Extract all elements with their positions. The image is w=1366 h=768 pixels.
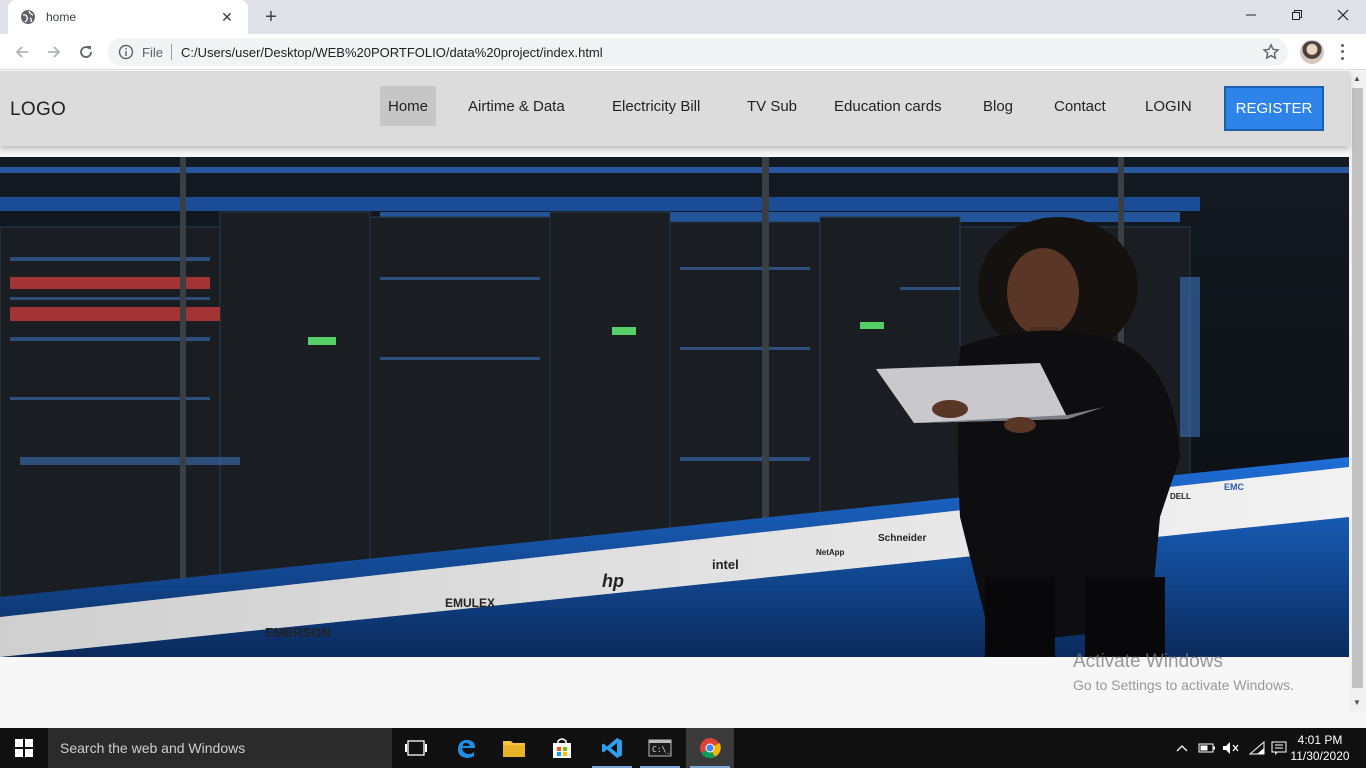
task-view-button[interactable] (392, 728, 440, 768)
forward-arrow-icon (48, 46, 61, 58)
back-button[interactable] (10, 40, 34, 64)
minimize-button[interactable] (1228, 0, 1274, 30)
task-view-icon (405, 740, 427, 756)
hero-logo-netapp: NetApp (816, 548, 845, 557)
nav-education-cards[interactable]: Education cards (826, 86, 950, 126)
close-window-button[interactable] (1320, 0, 1366, 30)
battery-icon[interactable] (1196, 728, 1218, 768)
svg-text:C:\_: C:\_ (652, 745, 671, 754)
globe-icon (21, 10, 35, 24)
hero-logo-dell: DELL (1170, 492, 1191, 501)
hero-logo-schneider: Schneider (878, 533, 926, 544)
scroll-down-icon[interactable]: ▼ (1353, 698, 1361, 707)
minimize-icon (1246, 14, 1256, 16)
vscode-app[interactable] (588, 728, 636, 768)
terminal-icon: C:\_ (648, 739, 672, 757)
tray-overflow-icon[interactable] (1172, 728, 1192, 768)
vertical-scrollbar[interactable]: ▲ ▼ (1349, 71, 1366, 712)
start-button[interactable] (0, 728, 48, 768)
hero-logo-hp: hp (602, 571, 624, 591)
hero-logo-intel: intel (712, 557, 739, 572)
taskbar-search-box[interactable]: Search the web and Windows (48, 728, 392, 768)
clock-date: 11/30/2020 (1290, 749, 1350, 763)
restore-button[interactable] (1274, 0, 1320, 30)
bookmark-star-icon[interactable] (1262, 43, 1280, 61)
network-wifi-icon[interactable] (1246, 728, 1268, 768)
activate-windows-watermark: Activate Windows Go to Settings to activ… (1073, 651, 1294, 693)
edge-icon (458, 740, 475, 758)
chrome-app[interactable] (686, 728, 734, 768)
nav-blog[interactable]: Blog (975, 86, 1021, 126)
taskbar-clock[interactable]: 4:01 PM 11/30/2020 (1290, 732, 1350, 764)
tab-title: home (46, 10, 77, 24)
reload-icon (80, 46, 92, 58)
site-navbar: LOGO Home Airtime & Data Electricity Bil… (0, 71, 1349, 146)
windows-logo-icon (15, 739, 33, 757)
site-logo[interactable]: LOGO (10, 99, 66, 121)
hero-logo-emc: EMC (1224, 482, 1245, 492)
watermark-subtitle: Go to Settings to activate Windows. (1073, 677, 1294, 693)
profile-avatar[interactable] (1300, 40, 1324, 64)
scroll-up-icon[interactable]: ▲ (1353, 74, 1361, 83)
browser-menu-icon[interactable] (1334, 42, 1350, 62)
close-tab-icon[interactable]: ✕ (218, 9, 236, 26)
folder-icon (503, 741, 525, 757)
forward-button[interactable] (42, 40, 66, 64)
restore-icon (1292, 10, 1302, 20)
browser-tab-home[interactable]: home ✕ (8, 0, 248, 34)
file-explorer-app[interactable] (490, 728, 538, 768)
terminal-app[interactable]: C:\_ (636, 728, 684, 768)
new-tab-button[interactable]: + (260, 6, 282, 28)
nav-tv-sub[interactable]: TV Sub (739, 86, 805, 126)
nav-electricity-bill[interactable]: Electricity Bill (604, 86, 708, 126)
omnibox-divider (170, 44, 172, 60)
watermark-title: Activate Windows (1073, 651, 1223, 672)
volume-muted-icon[interactable] (1220, 728, 1242, 768)
info-icon[interactable] (118, 44, 134, 60)
tab-strip: home ✕ + (0, 0, 1366, 34)
nav-contact[interactable]: Contact (1046, 86, 1114, 126)
hero-carousel[interactable]: EMERSON EMULEX hp intel NetApp Schneider… (0, 157, 1349, 657)
clock-time: 4:01 PM (1297, 733, 1343, 747)
store-app[interactable] (538, 728, 586, 768)
close-icon (1337, 9, 1349, 21)
chrome-icon (700, 738, 721, 759)
hero-image: EMERSON EMULEX hp intel NetApp Schneider… (0, 157, 1349, 657)
page-viewport: LOGO Home Airtime & Data Electricity Bil… (0, 71, 1366, 712)
store-bag-icon (553, 738, 571, 758)
nav-airtime-data[interactable]: Airtime & Data (460, 86, 573, 126)
nav-home[interactable]: Home (380, 86, 436, 126)
browser-toolbar: File C:/Users/user/Desktop/WEB%20PORTFOL… (0, 34, 1366, 70)
back-arrow-icon (15, 46, 28, 58)
scheme-label: File (142, 44, 163, 60)
reload-button[interactable] (74, 40, 98, 64)
vscode-icon (602, 738, 622, 758)
address-bar[interactable]: File C:/Users/user/Desktop/WEB%20PORTFOL… (108, 38, 1288, 66)
edge-app[interactable] (442, 728, 490, 768)
vertical-scroll-thumb[interactable] (1352, 88, 1363, 688)
register-button[interactable]: REGISTER (1224, 86, 1324, 131)
url-text[interactable]: C:/Users/user/Desktop/WEB%20PORTFOLIO/da… (181, 45, 1262, 60)
taskbar: Search the web and Windows C:\_ 4:01 PM … (0, 728, 1366, 768)
hero-logo-emulex: EMULEX (445, 596, 495, 610)
nav-login[interactable]: LOGIN (1137, 86, 1200, 126)
hero-logo-emerson: EMERSON (265, 625, 331, 640)
action-center-icon[interactable] (1268, 728, 1290, 768)
